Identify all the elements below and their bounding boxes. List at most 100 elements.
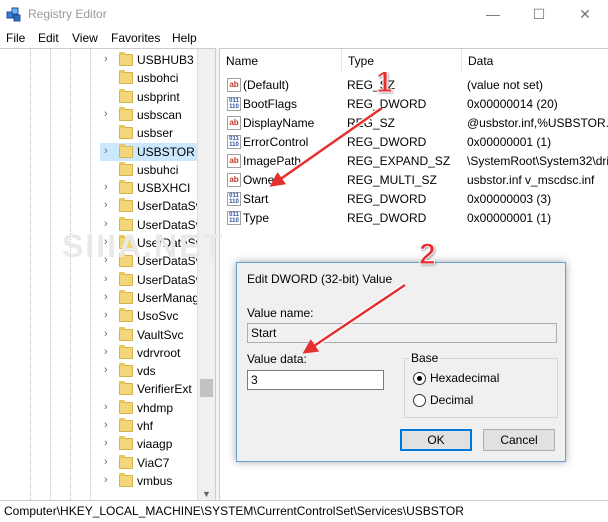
close-button[interactable]: ✕ xyxy=(562,0,608,28)
chevron-right-icon[interactable]: › xyxy=(104,273,108,285)
minimize-button[interactable]: — xyxy=(470,0,516,28)
value-name: (Default) xyxy=(243,78,290,92)
tree-item[interactable]: usbuhci xyxy=(100,161,200,179)
chevron-right-icon[interactable]: › xyxy=(104,346,108,358)
chevron-right-icon[interactable]: › xyxy=(104,309,108,321)
menu-edit[interactable]: Edit xyxy=(38,31,59,45)
menu-help[interactable]: Help xyxy=(172,31,197,45)
hexadecimal-radio[interactable] xyxy=(413,372,426,385)
scroll-down-icon[interactable]: ▼ xyxy=(202,489,211,499)
column-header-data[interactable]: Data xyxy=(462,49,608,73)
tree-guide-line xyxy=(70,49,71,500)
tree-item[interactable]: › vmbus xyxy=(100,472,200,490)
value-row[interactable]: ab (Default) REG_SZ (value not set) xyxy=(220,76,608,95)
title-bar: Registry Editor — ☐ ✕ xyxy=(0,0,608,28)
value-data-input[interactable] xyxy=(247,370,384,390)
ok-button[interactable]: OK xyxy=(400,429,472,451)
folder-icon xyxy=(119,289,133,304)
tree-scrollbar[interactable]: ▼ xyxy=(197,49,215,500)
annotation-step-1: 1 xyxy=(376,66,394,100)
folder-icon xyxy=(119,52,133,66)
folder-icon xyxy=(119,418,133,432)
column-header-name[interactable]: Name xyxy=(220,49,342,73)
value-row[interactable]: ab ImagePath REG_EXPAND_SZ \SystemRoot\Syst… xyxy=(220,152,608,171)
chevron-right-icon[interactable]: › xyxy=(104,456,108,468)
folder-icon xyxy=(119,88,133,103)
chevron-right-icon[interactable]: › xyxy=(104,53,108,65)
tree-item[interactable]: › ViaC7 xyxy=(100,454,200,472)
tree-item[interactable]: › USBHUB3 xyxy=(100,51,200,69)
value-row[interactable]: ab Owners REG_MULTI_SZ usbstor.inf v_mscdsc… xyxy=(220,171,608,190)
tree-item-label: UsoSvc xyxy=(137,309,179,324)
menu-bar: File Edit View Favorites Help xyxy=(0,28,608,48)
tree-item[interactable]: › UsoSvc xyxy=(100,307,200,325)
chevron-right-icon[interactable]: › xyxy=(104,401,108,413)
chevron-right-icon[interactable]: › xyxy=(104,108,108,120)
maximize-button[interactable]: ☐ xyxy=(516,0,562,28)
tree-item[interactable]: › vdrvroot xyxy=(100,344,200,362)
chevron-right-icon[interactable]: › xyxy=(104,199,108,211)
tree-item[interactable]: › usbscan xyxy=(100,106,200,124)
tree-item-label: vdrvroot xyxy=(137,345,181,360)
tree-item[interactable]: › UserManager xyxy=(100,289,210,307)
tree-item[interactable]: › UserDataSvc xyxy=(100,197,208,215)
cancel-button[interactable]: Cancel xyxy=(483,429,555,451)
hexadecimal-label[interactable]: Hexadecimal xyxy=(430,371,499,385)
tree-item[interactable]: › USBXHCI xyxy=(100,179,200,197)
value-row[interactable]: 011 110 ErrorControl REG_DWORD 0x00000001 (1… xyxy=(220,133,608,152)
decimal-radio[interactable] xyxy=(413,394,426,407)
tree-item[interactable]: › vhdmp xyxy=(100,399,200,417)
value-row[interactable]: 011 110 Type REG_DWORD 0x00000001 (1) xyxy=(220,209,608,228)
chevron-right-icon[interactable]: › xyxy=(104,145,108,157)
chevron-right-icon[interactable]: › xyxy=(104,328,108,340)
value-name: BootFlags xyxy=(243,97,298,111)
tree-item[interactable]: › UserDataSvc xyxy=(100,271,208,289)
tree-item[interactable]: › VaultSvc xyxy=(100,326,200,344)
tree-item[interactable]: › vds xyxy=(100,362,200,380)
base-groupbox: Base Hexadecimal Decimal xyxy=(404,351,558,418)
value-row[interactable]: 011 110 Start REG_DWORD 0x00000003 (3) xyxy=(220,190,608,209)
folder-icon xyxy=(119,454,133,469)
tree-item[interactable]: › viaagp xyxy=(100,435,200,453)
annotation-step-2: 2 xyxy=(419,238,437,272)
value-type: REG_DWORD xyxy=(347,135,427,149)
menu-view[interactable]: View xyxy=(72,31,98,45)
value-row[interactable]: ab DisplayName REG_SZ @usbstor.inf,%USBSTOR… xyxy=(220,114,608,133)
chevron-right-icon[interactable]: › xyxy=(104,419,108,431)
string-value-icon: ab xyxy=(227,173,241,187)
tree-item[interactable]: › vhf xyxy=(100,417,200,435)
chevron-right-icon[interactable]: › xyxy=(104,181,108,193)
value-data: 0x00000001 (1) xyxy=(467,211,552,225)
chevron-right-icon[interactable]: › xyxy=(104,291,108,303)
value-row[interactable]: 011 110 BootFlags REG_DWORD 0x00000014 (20) xyxy=(220,95,608,114)
value-name: Type xyxy=(243,211,270,225)
menu-favorites[interactable]: Favorites xyxy=(111,31,160,45)
chevron-right-icon[interactable]: › xyxy=(104,437,108,449)
binary-value-icon: 011 110 xyxy=(227,192,241,206)
value-type: REG_SZ xyxy=(347,116,396,130)
tree-item[interactable]: usbohci xyxy=(100,69,200,87)
tree-item-label: VerifierExt xyxy=(137,382,192,397)
value-type: REG_DWORD xyxy=(347,192,427,206)
value-data: 0x00000001 (1) xyxy=(467,135,552,149)
chevron-right-icon[interactable]: › xyxy=(104,474,108,486)
tree-item[interactable]: usbprint xyxy=(100,88,200,106)
chevron-right-icon[interactable]: › xyxy=(104,364,108,376)
value-name: Owners xyxy=(243,173,285,187)
tree-item-label: vhdmp xyxy=(137,400,174,415)
folder-icon xyxy=(119,143,133,158)
column-header-type[interactable]: Type xyxy=(342,49,462,73)
menu-file[interactable]: File xyxy=(6,31,25,45)
tree-scrollbar-thumb[interactable] xyxy=(200,379,213,397)
folder-icon xyxy=(119,308,133,323)
value-name-input[interactable] xyxy=(247,323,557,343)
folder-icon xyxy=(119,180,133,195)
tree-item-label: usbser xyxy=(137,126,174,141)
tree-item[interactable]: usbser xyxy=(100,124,200,142)
tree-item[interactable]: › USBSTOR xyxy=(100,142,200,161)
tree-item[interactable]: VerifierExt xyxy=(100,380,200,398)
watermark: SIIIA.NET xyxy=(62,228,225,264)
decimal-label[interactable]: Decimal xyxy=(430,393,473,407)
registry-tree[interactable]: › USBHUB3 usbohci usbprint › usbscan usbser › US… xyxy=(0,48,215,500)
string-value-icon: ab xyxy=(227,78,241,92)
